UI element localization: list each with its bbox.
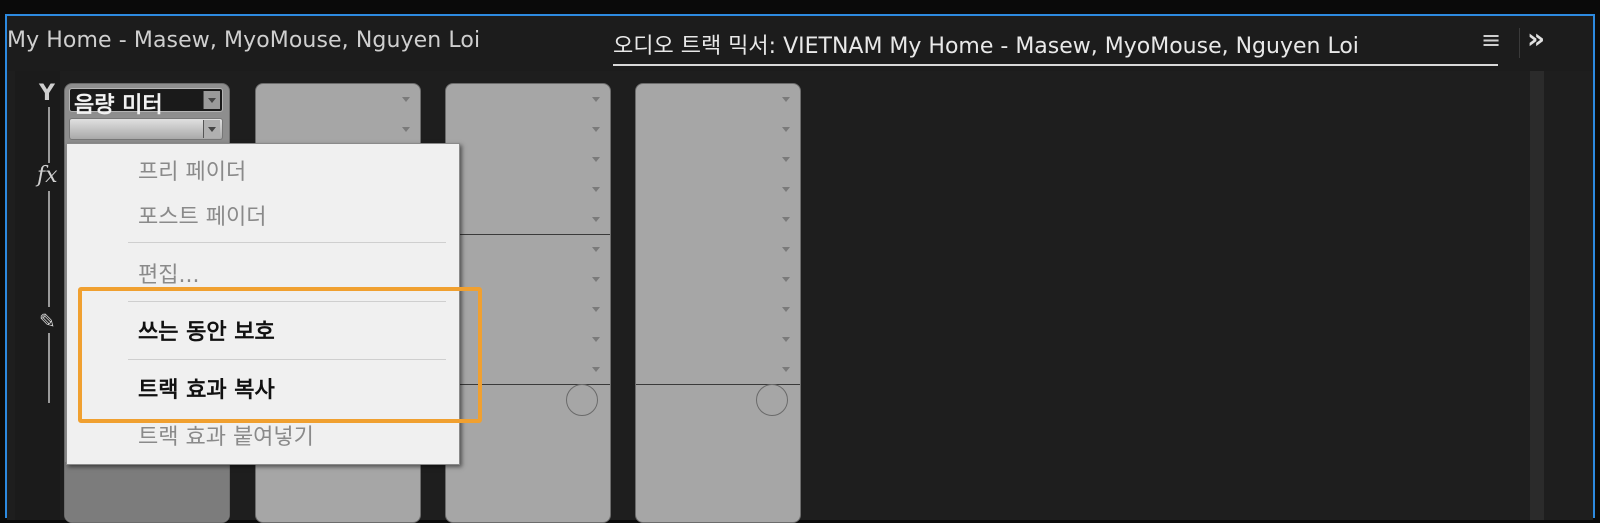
slot-arrow-icon[interactable] bbox=[592, 367, 600, 372]
window-top-bar bbox=[0, 0, 1600, 14]
effects-strip: Y fx ✎ bbox=[15, 71, 60, 520]
slot-arrow-icon[interactable] bbox=[782, 97, 790, 102]
fx-icon[interactable]: fx bbox=[37, 163, 58, 188]
channel-strip-3 bbox=[445, 83, 611, 523]
slot-arrow-icon[interactable] bbox=[782, 217, 790, 222]
chevron-down-icon[interactable] bbox=[203, 120, 220, 138]
slot-arrow-icon[interactable] bbox=[592, 157, 600, 162]
strip-line bbox=[48, 191, 50, 307]
channel-strip-4 bbox=[635, 83, 801, 523]
strip-line bbox=[48, 107, 50, 163]
sequence-tab-title[interactable]: My Home - Masew, MyoMouse, Nguyen Loi bbox=[7, 28, 480, 53]
slot-arrow-icon[interactable] bbox=[782, 367, 790, 372]
slot-arrow-icon[interactable] bbox=[402, 97, 410, 102]
menu-item-edit[interactable]: 편집... bbox=[138, 257, 199, 289]
volume-meter-label: 음량 미터 bbox=[74, 93, 163, 118]
menu-separator bbox=[128, 359, 446, 360]
panel-header: My Home - Masew, MyoMouse, Nguyen Loi 오디… bbox=[7, 16, 1593, 71]
pan-knob[interactable] bbox=[566, 384, 598, 416]
slot-arrow-icon[interactable] bbox=[782, 247, 790, 252]
menu-item-copy-track-effects[interactable]: 트랙 효과 복사 bbox=[138, 372, 275, 404]
slot-arrow-icon[interactable] bbox=[592, 307, 600, 312]
menu-item-protect-while-writing[interactable]: 쓰는 동안 보호 bbox=[138, 314, 275, 346]
menu-item-paste-track-effects[interactable]: 트랙 효과 붙여넣기 bbox=[138, 419, 314, 451]
slot-arrow-icon[interactable] bbox=[402, 127, 410, 132]
slot-arrow-icon[interactable] bbox=[782, 127, 790, 132]
header-divider bbox=[1519, 28, 1520, 58]
slot-arrow-icon[interactable] bbox=[592, 337, 600, 342]
effect-slot-dropdown[interactable] bbox=[69, 118, 223, 140]
slot-arrow-icon[interactable] bbox=[592, 127, 600, 132]
chevron-down-icon[interactable] bbox=[203, 91, 220, 109]
slot-arrow-icon[interactable] bbox=[782, 277, 790, 282]
menu-separator bbox=[128, 242, 446, 243]
menu-separator bbox=[128, 301, 446, 302]
effect-slot-context-menu: 프리 페이더 포스트 페이더 편집... 쓰는 동안 보호 트랙 효과 복사 트… bbox=[66, 143, 460, 465]
section-divider bbox=[446, 234, 610, 235]
slot-arrow-icon[interactable] bbox=[592, 277, 600, 282]
slot-arrow-icon[interactable] bbox=[592, 97, 600, 102]
slot-arrow-icon[interactable] bbox=[782, 307, 790, 312]
tab-audio-track-mixer[interactable]: 오디오 트랙 믹서: VIETNAM My Home - Masew, MyoM… bbox=[613, 28, 1498, 66]
slot-arrow-icon[interactable] bbox=[592, 187, 600, 192]
slot-arrow-icon[interactable] bbox=[782, 157, 790, 162]
slot-arrow-icon[interactable] bbox=[592, 247, 600, 252]
vertical-scrollbar[interactable] bbox=[1530, 71, 1544, 520]
strip-line bbox=[48, 333, 50, 403]
input-y-icon[interactable]: Y bbox=[39, 81, 55, 106]
panel-menu-icon[interactable]: ≡ bbox=[1481, 26, 1501, 54]
overflow-chevron-icon[interactable]: » bbox=[1527, 22, 1545, 55]
slot-arrow-icon[interactable] bbox=[782, 337, 790, 342]
menu-item-pre-fader[interactable]: 프리 페이더 bbox=[138, 154, 246, 186]
channel-footer bbox=[65, 462, 229, 522]
pan-knob[interactable] bbox=[756, 384, 788, 416]
sends-pen-icon[interactable]: ✎ bbox=[39, 309, 56, 333]
volume-meter-dropdown[interactable]: 음량 미터 bbox=[69, 88, 223, 118]
slot-arrow-icon[interactable] bbox=[592, 217, 600, 222]
menu-item-post-fader[interactable]: 포스트 페이더 bbox=[138, 199, 266, 231]
slot-arrow-icon[interactable] bbox=[782, 187, 790, 192]
